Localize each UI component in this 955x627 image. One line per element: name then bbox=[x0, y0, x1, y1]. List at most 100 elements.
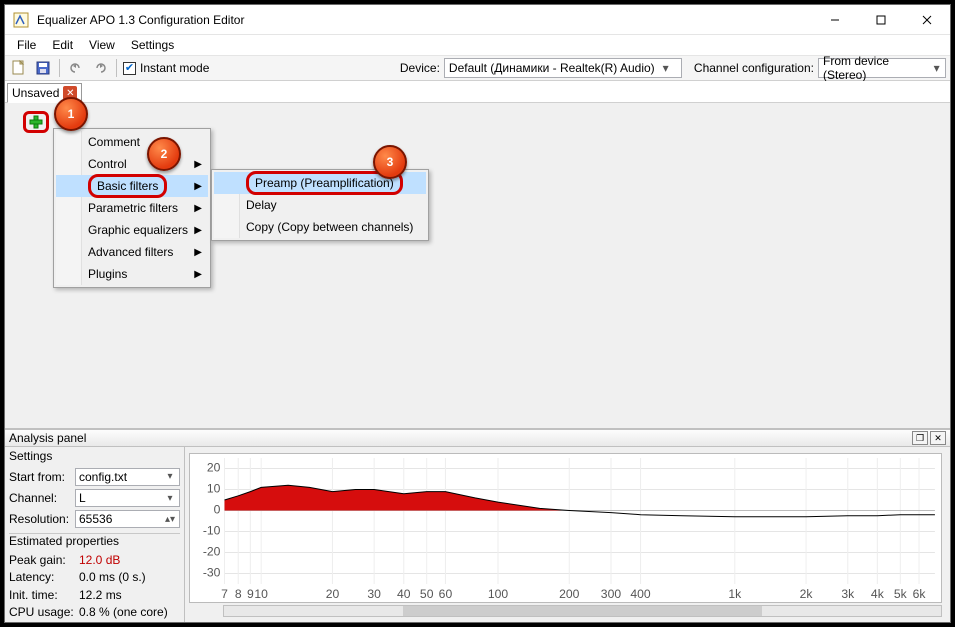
callout-2: 2 bbox=[147, 137, 181, 171]
redo-button[interactable] bbox=[90, 58, 110, 78]
submenu-arrow-icon: ▶ bbox=[194, 269, 202, 280]
chevron-down-icon: ▾ bbox=[659, 61, 673, 75]
latency-value: 0.0 ms (0 s.) bbox=[79, 570, 146, 584]
menu-item-copy[interactable]: Copy (Copy between channels) bbox=[214, 216, 426, 238]
app-window: Equalizer APO 1.3 Configuration Editor F… bbox=[4, 4, 951, 623]
svg-text:-10: -10 bbox=[203, 524, 221, 538]
menu-settings[interactable]: Settings bbox=[123, 36, 182, 54]
submenu-arrow-icon: ▶ bbox=[194, 225, 202, 236]
new-file-button[interactable] bbox=[9, 58, 29, 78]
menu-item-comment[interactable]: Comment bbox=[56, 131, 208, 153]
instant-mode-label: Instant mode bbox=[140, 61, 209, 75]
titlebar: Equalizer APO 1.3 Configuration Editor bbox=[5, 5, 950, 35]
svg-text:-20: -20 bbox=[203, 545, 221, 559]
cpu-usage-value: 0.8 % (one core) bbox=[79, 605, 168, 619]
save-button[interactable] bbox=[33, 58, 53, 78]
tabstrip: Unsaved ✕ bbox=[5, 81, 950, 103]
menu-file[interactable]: File bbox=[9, 36, 44, 54]
context-menu-basic-filters: Preamp (Preamplification) Delay Copy (Co… bbox=[211, 169, 429, 241]
start-from-combo[interactable]: config.txt▾ bbox=[75, 468, 180, 486]
svg-text:1k: 1k bbox=[728, 587, 742, 601]
svg-text:50: 50 bbox=[420, 587, 434, 601]
svg-text:0: 0 bbox=[214, 503, 221, 517]
svg-text:9: 9 bbox=[247, 587, 254, 601]
device-combo[interactable]: Default (Динамики - Realtek(R) Audio) ▾ bbox=[444, 58, 682, 78]
channel-label: Channel: bbox=[9, 491, 71, 505]
svg-text:200: 200 bbox=[559, 587, 580, 601]
context-menu-categories: Comment Control▶ Basic filters▶ Parametr… bbox=[53, 128, 211, 288]
latency-label: Latency: bbox=[9, 570, 79, 584]
chart-scrollbar[interactable] bbox=[223, 605, 942, 617]
panel-undock-button[interactable]: ❐ bbox=[912, 431, 928, 445]
window-title: Equalizer APO 1.3 Configuration Editor bbox=[37, 13, 812, 27]
channel-combo[interactable]: L▾ bbox=[75, 489, 180, 507]
undo-button[interactable] bbox=[66, 58, 86, 78]
svg-text:7: 7 bbox=[221, 587, 228, 601]
menu-item-basic-filters[interactable]: Basic filters▶ bbox=[56, 175, 208, 197]
svg-text:20: 20 bbox=[207, 461, 221, 475]
menu-item-control[interactable]: Control▶ bbox=[56, 153, 208, 175]
chancfg-combo[interactable]: From device (Stereo) ▾ bbox=[818, 58, 946, 78]
settings-title: Settings bbox=[9, 449, 180, 465]
app-icon bbox=[13, 12, 29, 28]
svg-text:30: 30 bbox=[367, 587, 381, 601]
init-time-value: 12.2 ms bbox=[79, 588, 122, 602]
est-title: Estimated properties bbox=[9, 533, 180, 550]
init-time-label: Init. time: bbox=[9, 588, 79, 602]
svg-text:60: 60 bbox=[439, 587, 453, 601]
start-from-label: Start from: bbox=[9, 470, 71, 484]
svg-text:400: 400 bbox=[630, 587, 651, 601]
menu-item-advanced-filters[interactable]: Advanced filters▶ bbox=[56, 241, 208, 263]
add-filter-button[interactable] bbox=[23, 111, 49, 133]
svg-text:100: 100 bbox=[488, 587, 509, 601]
submenu-arrow-icon: ▶ bbox=[194, 203, 202, 214]
svg-text:8: 8 bbox=[235, 587, 242, 601]
submenu-arrow-icon: ▶ bbox=[194, 181, 202, 192]
analysis-panel-title: Analysis panel bbox=[9, 431, 86, 445]
menu-item-parametric-filters[interactable]: Parametric filters▶ bbox=[56, 197, 208, 219]
menu-item-delay[interactable]: Delay bbox=[214, 194, 426, 216]
analysis-panel: Settings Start from: config.txt▾ Channel… bbox=[5, 447, 950, 622]
callout-3: 3 bbox=[373, 145, 407, 179]
analysis-chart[interactable]: -30-20-100102078910203040506010020030040… bbox=[189, 453, 942, 603]
svg-text:5k: 5k bbox=[894, 587, 908, 601]
close-button[interactable] bbox=[904, 5, 950, 34]
maximize-button[interactable] bbox=[858, 5, 904, 34]
analysis-panel-header: Analysis panel ❐ ✕ bbox=[5, 429, 950, 447]
editor-area: 1 2 3 Comment Control▶ Basic filters▶ Pa… bbox=[5, 103, 950, 429]
svg-text:40: 40 bbox=[397, 587, 411, 601]
submenu-arrow-icon: ▶ bbox=[194, 247, 202, 258]
toolbar: Instant mode Device: Default (Динамики -… bbox=[5, 55, 950, 81]
device-value: Default (Динамики - Realtek(R) Audio) bbox=[449, 61, 655, 75]
svg-text:10: 10 bbox=[207, 482, 221, 496]
plus-icon bbox=[29, 115, 43, 129]
callout-1: 1 bbox=[54, 97, 88, 131]
menu-edit[interactable]: Edit bbox=[44, 36, 81, 54]
chancfg-label: Channel configuration: bbox=[694, 61, 814, 75]
menu-item-graphic-equalizers[interactable]: Graphic equalizers▶ bbox=[56, 219, 208, 241]
menubar: File Edit View Settings bbox=[5, 35, 950, 55]
tab-label: Unsaved bbox=[12, 86, 59, 100]
svg-text:300: 300 bbox=[601, 587, 622, 601]
svg-text:6k: 6k bbox=[913, 587, 927, 601]
chevron-down-icon: ▾ bbox=[164, 493, 176, 504]
cpu-usage-label: CPU usage: bbox=[9, 605, 79, 619]
svg-text:10: 10 bbox=[254, 587, 268, 601]
resolution-label: Resolution: bbox=[9, 512, 71, 526]
svg-text:4k: 4k bbox=[871, 587, 885, 601]
resolution-spinner[interactable]: 65536▴▾ bbox=[75, 510, 180, 528]
peak-gain-label: Peak gain: bbox=[9, 553, 79, 567]
menu-view[interactable]: View bbox=[81, 36, 123, 54]
instant-mode-checkbox[interactable] bbox=[123, 62, 136, 75]
chancfg-value: From device (Stereo) bbox=[823, 54, 926, 82]
svg-text:-30: -30 bbox=[203, 566, 221, 580]
svg-text:3k: 3k bbox=[841, 587, 855, 601]
minimize-button[interactable] bbox=[812, 5, 858, 34]
chevron-down-icon: ▾ bbox=[164, 471, 176, 482]
chevron-down-icon: ▾ bbox=[930, 61, 943, 75]
svg-text:20: 20 bbox=[326, 587, 340, 601]
svg-text:2k: 2k bbox=[800, 587, 814, 601]
menu-item-plugins[interactable]: Plugins▶ bbox=[56, 263, 208, 285]
analysis-settings: Settings Start from: config.txt▾ Channel… bbox=[5, 447, 185, 622]
panel-close-button[interactable]: ✕ bbox=[930, 431, 946, 445]
